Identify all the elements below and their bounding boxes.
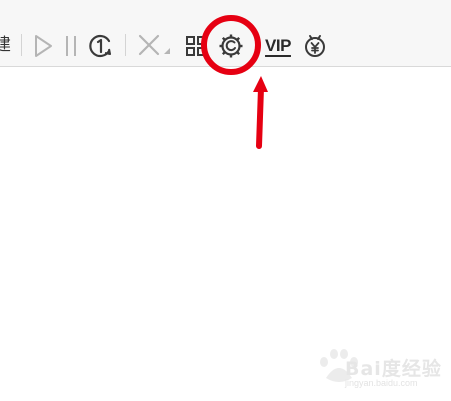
grid-view-icon [186,36,206,56]
toolbar-separator [125,34,126,56]
arrow-head [253,76,268,92]
toolbar-separator [21,34,22,56]
arrow-shaft [256,85,264,149]
grid-view-button[interactable] [184,31,208,61]
watermark-text: Bai度经验 [345,358,442,380]
toolbar: 建 VIP [0,0,451,67]
coin-button[interactable] [302,31,328,61]
vip-label: VIP [265,36,291,55]
delete-x-icon [138,34,170,56]
settings-gear-icon [219,34,243,58]
settings-button[interactable] [218,31,244,61]
speed-limit-1-icon [89,34,111,58]
yuan-coin-icon [305,35,325,57]
delete-button[interactable] [135,31,173,61]
pause-icon [66,36,76,56]
start-button[interactable] [30,31,56,61]
new-task-label-partial[interactable]: 建 [0,35,11,55]
speed-limit-button[interactable] [87,31,115,61]
watermark-subtext: jingyan.baidu.com [345,378,418,388]
pause-button[interactable] [62,31,80,61]
vip-button[interactable]: VIP [263,31,293,61]
play-icon [35,35,52,57]
